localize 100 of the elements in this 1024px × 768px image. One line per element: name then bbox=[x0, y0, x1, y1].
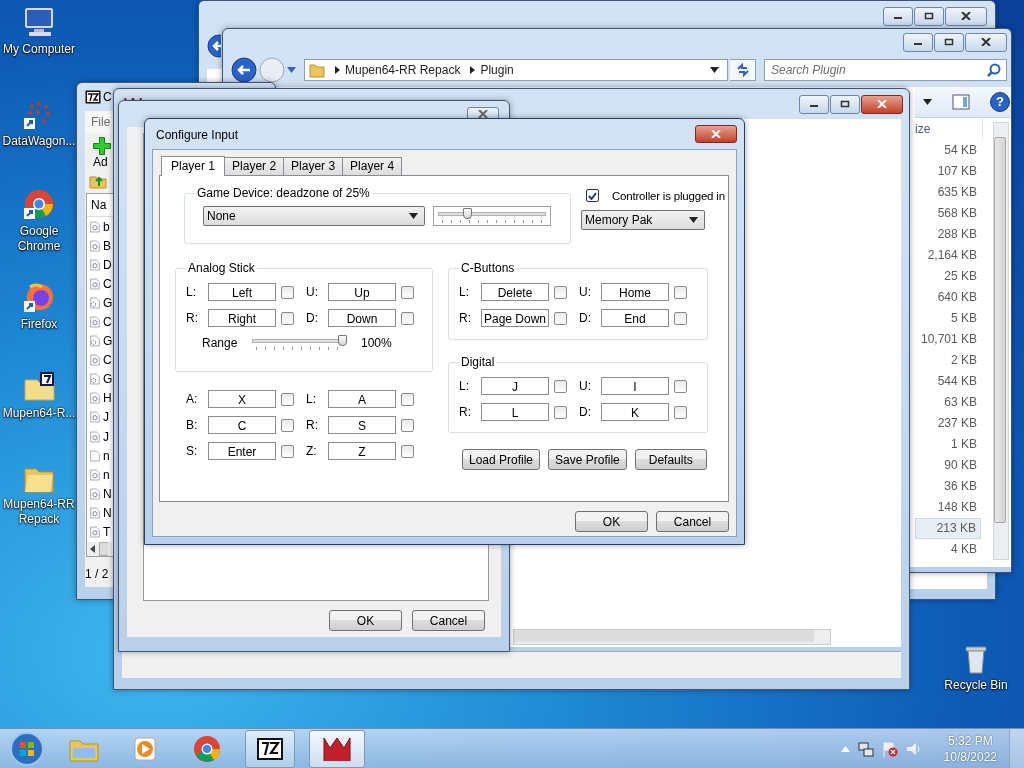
network-icon[interactable] bbox=[857, 741, 874, 757]
checkbox[interactable] bbox=[586, 189, 599, 202]
file-name[interactable]: G bbox=[103, 295, 113, 310]
checkbox[interactable] bbox=[674, 311, 687, 325]
desktop-icon-label[interactable]: My Computer bbox=[3, 42, 75, 57]
help-button[interactable]: ? bbox=[990, 92, 1010, 112]
slider-thumb[interactable] bbox=[462, 208, 472, 219]
profile-button[interactable]: Load Profile bbox=[462, 449, 541, 470]
close-button[interactable] bbox=[945, 6, 987, 26]
device-dropdown[interactable]: None bbox=[203, 206, 425, 226]
minimize-button[interactable] bbox=[903, 32, 933, 52]
key-field[interactable]: L bbox=[481, 403, 549, 421]
key-field[interactable]: End bbox=[601, 309, 669, 327]
tab[interactable]: Player 1 bbox=[161, 156, 226, 176]
chevron-icon[interactable] bbox=[470, 66, 477, 74]
desktop-icon-label[interactable]: DataWagon... bbox=[2, 134, 76, 149]
close-button[interactable] bbox=[965, 32, 1007, 52]
scrollbar[interactable] bbox=[87, 541, 112, 556]
tab[interactable]: Player 2 bbox=[224, 157, 285, 175]
file-size-cell[interactable]: 107 KB bbox=[915, 161, 981, 182]
file-size-cell[interactable]: 288 KB bbox=[915, 224, 981, 245]
file-name[interactable]: N bbox=[103, 505, 112, 520]
checkbox[interactable] bbox=[554, 311, 567, 325]
taskbar-button[interactable] bbox=[309, 730, 365, 768]
desktop-icon-label[interactable]: Google Chrome bbox=[0, 224, 78, 254]
scrollbar[interactable] bbox=[993, 122, 1009, 560]
key-field[interactable]: A bbox=[328, 390, 396, 408]
checkbox[interactable] bbox=[281, 285, 294, 299]
desktop-icon-label[interactable]: Firefox bbox=[20, 317, 58, 332]
file-size-cell[interactable]: 5 KB bbox=[915, 308, 981, 329]
key-field[interactable]: Page Down bbox=[481, 309, 549, 327]
add-button[interactable]: Ad bbox=[85, 137, 113, 169]
minimize-button[interactable] bbox=[799, 94, 829, 114]
checkbox[interactable] bbox=[281, 418, 294, 432]
address-bar[interactable]: Mupen64-RR Repack Plugin bbox=[304, 59, 728, 81]
key-field[interactable]: Z bbox=[328, 442, 396, 460]
key-field[interactable]: Enter bbox=[208, 442, 276, 460]
file-name[interactable]: n bbox=[103, 448, 110, 463]
dialog-button[interactable]: OK bbox=[329, 610, 402, 631]
slider-track[interactable] bbox=[252, 335, 347, 351]
checkbox[interactable] bbox=[401, 444, 414, 458]
key-field[interactable]: Right bbox=[208, 309, 276, 327]
refresh-button[interactable] bbox=[730, 59, 756, 81]
flag-icon[interactable] bbox=[881, 741, 898, 757]
file-size-cell[interactable]: 640 KB bbox=[915, 287, 981, 308]
maximize-button[interactable] bbox=[934, 32, 964, 52]
start-orb-icon[interactable] bbox=[9, 731, 45, 767]
dialog-button[interactable]: OK bbox=[575, 511, 648, 532]
checkbox[interactable] bbox=[674, 285, 687, 299]
slider-thumb[interactable] bbox=[338, 335, 347, 346]
file-size-cell[interactable]: 568 KB bbox=[915, 203, 981, 224]
breadcrumb-item[interactable]: Mupen64-RR Repack bbox=[345, 63, 461, 77]
key-field[interactable]: Up bbox=[328, 283, 396, 301]
checkbox[interactable] bbox=[401, 285, 414, 299]
pak-dropdown[interactable]: Memory Pak bbox=[581, 210, 705, 230]
checkbox[interactable] bbox=[674, 405, 687, 419]
file-size-cell[interactable]: 237 KB bbox=[915, 413, 981, 434]
tab[interactable]: Player 4 bbox=[342, 157, 403, 175]
file-name[interactable]: D bbox=[103, 257, 112, 272]
key-field[interactable]: X bbox=[208, 390, 276, 408]
file-name[interactable]: G bbox=[103, 372, 113, 387]
up-folder-icon[interactable] bbox=[89, 173, 107, 189]
file-name[interactable]: C bbox=[103, 276, 112, 291]
minimize-button[interactable] bbox=[883, 6, 913, 26]
profile-button[interactable]: Defaults bbox=[634, 449, 707, 470]
firefox-icon[interactable] bbox=[22, 281, 56, 315]
file-size-cell[interactable]: 54 KB bbox=[915, 140, 981, 161]
preview-pane-icon[interactable] bbox=[952, 94, 970, 110]
key-field[interactable]: Delete bbox=[481, 283, 549, 301]
checkbox[interactable] bbox=[281, 392, 294, 406]
file-size-cell[interactable]: 2,164 KB bbox=[915, 245, 981, 266]
tab[interactable]: Player 3 bbox=[283, 157, 344, 175]
key-field[interactable]: K bbox=[601, 403, 669, 421]
file-size-cell[interactable]: 635 KB bbox=[915, 182, 981, 203]
file-name[interactable]: G bbox=[103, 334, 113, 349]
checkbox[interactable] bbox=[401, 418, 414, 432]
file-name[interactable]: B bbox=[103, 238, 111, 253]
checkbox[interactable] bbox=[401, 311, 414, 325]
checkbox[interactable] bbox=[281, 311, 294, 325]
close-button[interactable] bbox=[695, 125, 737, 143]
file-size-cell[interactable]: 148 KB bbox=[915, 497, 981, 518]
dialog-button[interactable]: Cancel bbox=[656, 511, 729, 532]
checkbox[interactable] bbox=[281, 444, 294, 458]
chrome-icon[interactable] bbox=[22, 188, 56, 222]
key-field[interactable]: I bbox=[601, 377, 669, 395]
checkbox[interactable] bbox=[674, 379, 687, 393]
desktop-icon-label[interactable]: Recycle Bin bbox=[944, 678, 1008, 693]
file-size-cell[interactable]: 63 KB bbox=[915, 392, 981, 413]
file-name[interactable]: T bbox=[103, 525, 111, 540]
scrollbar-thumb[interactable] bbox=[99, 541, 108, 556]
file-size-cell[interactable]: 4 KB bbox=[915, 539, 981, 560]
file-name[interactable]: C bbox=[103, 315, 112, 329]
checkbox[interactable] bbox=[554, 379, 567, 393]
profile-button[interactable]: Save Profile bbox=[548, 449, 627, 470]
caret-icon[interactable] bbox=[923, 99, 932, 105]
search-icon[interactable] bbox=[987, 63, 1001, 77]
left-arrow-icon[interactable] bbox=[90, 544, 96, 553]
file-size-cell[interactable]: 1 KB bbox=[915, 434, 981, 455]
taskbar-button[interactable] bbox=[245, 730, 295, 768]
file-size-cell[interactable]: 25 KB bbox=[915, 266, 981, 287]
